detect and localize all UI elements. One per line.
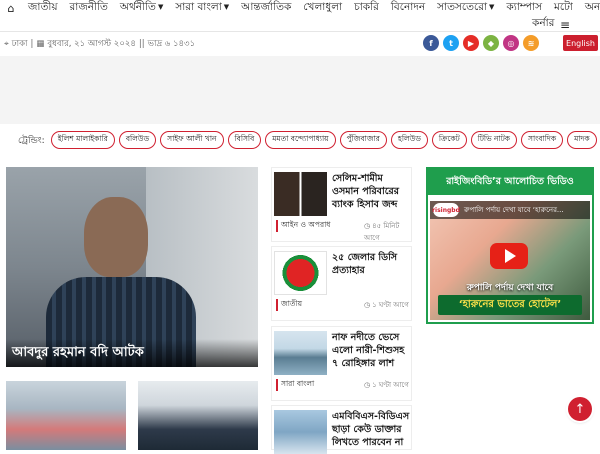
news-time: ◷ ১ ঘণ্টা আগে [364,379,409,391]
secondary-stories [6,381,258,450]
news-thumbnail[interactable] [274,251,327,295]
bangla-date-text: ভাদ্র ৬ ১৪৩১ [147,39,196,49]
nav-item-politics[interactable]: রাজনীতি [64,0,114,17]
nav-item-corner[interactable]: কর্নার [526,16,560,33]
nav-item-moto[interactable]: মটো [548,0,579,17]
play-button-icon[interactable] [490,243,528,269]
news-category[interactable]: সারা বাংলা [276,379,314,391]
trending-tag[interactable]: মমতা বন্দ্যোপাধ্যায় [265,131,336,149]
trending-tag[interactable]: বিসিবি [227,131,262,149]
time-text: ১ ঘণ্টা আগে [372,301,409,309]
trending-tag[interactable]: মাদক [567,131,597,149]
social-links: f t ▶ ◆ ◎ ≋ [423,35,539,51]
video-widget-heading: রাইজিংবিডি’র আলোচিত ভিডিও [428,169,592,195]
nav-item-economy[interactable]: অর্থনীতি ▼ [114,0,169,17]
main-navigation: ⌂ জাতীয় রাজনীতি অর্থনীতি ▼ সারা বাংলা ▼ আ… [0,0,600,32]
trending-tag[interactable]: পুঁজিবাজার [339,131,387,149]
nav-item-country[interactable]: সারা বাংলা ▼ [169,0,235,17]
news-time: ◷ ৪৫ মিনিট আগে [364,220,411,244]
news-thumbnail[interactable] [274,331,327,375]
story-thumbnail[interactable] [6,381,126,450]
trending-tag[interactable]: বলিউড [118,131,157,149]
separator: || [138,39,145,49]
nav-item-label: সাতসতেরো [437,0,488,13]
date-text: বুধবার, ২১ আগস্ট ২০২৪ [47,39,136,49]
clock-icon: ◷ [364,222,371,230]
trending-tag[interactable]: হলিউড [390,131,428,149]
nav-item-label: জাতীয় [28,0,58,13]
hamburger-menu-icon[interactable]: ≡ [560,18,570,32]
lead-story[interactable]: আবদুর রহমান বদি আটক [6,167,258,367]
nav-item-label: রাজনীতি [69,0,108,13]
news-category[interactable]: জাতীয় [276,299,302,311]
trending-tag[interactable]: সাইফ আলী খান [160,131,224,149]
news-headline[interactable]: ২৫ জেলার ডিসি প্রত্যাহার [332,251,412,277]
nav-item-label: চাকরি [354,0,379,13]
trending-tag[interactable]: সাংবাদিক [521,131,564,149]
news-headline[interactable]: সেলিম-শামীম ওসমান পরিবারের ব্যাংক হিসাব … [332,172,412,211]
facebook-icon[interactable]: f [423,35,439,51]
nav-item-entertainment[interactable]: বিনোদন [385,0,431,17]
time-text: ১ ঘণ্টা আগে [372,381,409,389]
video-overlay-title: ‘হারুনের ভাতের হোটেল’ [438,295,582,315]
clock-icon: ◷ [364,381,371,389]
scroll-to-top-button[interactable]: ↑ [568,397,592,421]
caret-down-icon: ▼ [157,2,164,11]
clock-icon: ◷ [364,301,371,309]
nav-row: ⌂ জাতীয় রাজনীতি অর্থনীতি ▼ সারা বাংলা ▼ আ… [0,0,600,16]
nav-item-miscellany[interactable]: সাতসতেরো ▼ [431,0,500,17]
location-pin-icon: ⌖ [4,39,9,49]
nav-item-label: অর্থনীতি [119,0,156,13]
news-category[interactable]: আইন ও অপরাধ [276,220,331,232]
youtube-icon[interactable]: ▶ [463,35,479,51]
lead-photo-person-head [84,197,148,277]
nav-item-national[interactable]: জাতীয় [22,0,64,17]
featured-video-widget: রাইজিংবিডি’র আলোচিত ভিডিও রুপালি পর্দায়… [426,167,594,324]
location-text: ঢাকা [11,39,28,49]
android-icon[interactable]: ◆ [483,35,499,51]
lead-headline[interactable]: আবদুর রহমান বদি আটক [12,343,144,364]
nav-item-label: ক্যাম্পাস [506,0,543,13]
trending-tag[interactable]: ক্রিকেট [431,131,467,149]
trending-tag[interactable]: টিভি নাটক [470,131,518,149]
nav-item-label: বিনোদন [390,0,426,13]
nav-item-sports[interactable]: খেলাধুলা [297,0,348,17]
instagram-icon[interactable]: ◎ [503,35,519,51]
news-headline[interactable]: নাফ নদীতে ভেসে এলো নারী-শিশুসহ ৭ রোহিঙ্গ… [332,331,412,370]
nav-item-label: মটো [554,0,573,13]
nav-item-jobs[interactable]: চাকরি [348,0,385,17]
trending-label: ট্রেন্ডিং: [18,135,45,146]
nav-item-campus[interactable]: ক্যাম্পাস [500,0,548,17]
twitter-icon[interactable]: t [443,35,459,51]
nav-item-international[interactable]: আন্তর্জাতিক [235,0,297,17]
video-player[interactable]: রুপালি পর্দায় দেখা যাবে ‘হারুনের... ris… [430,201,590,320]
caret-down-icon: ▼ [223,2,230,11]
separator: | [30,39,34,49]
nav-item-label: আন্তর্জাতিক [241,0,292,13]
news-card[interactable]: ২৫ জেলার ডিসি প্রত্যাহার জাতীয় ◷ ১ ঘণ্টা… [271,246,412,321]
news-thumbnail[interactable] [274,172,327,216]
channel-logo: risingbd [432,203,460,217]
nav-item-label: খেলাধুলা [303,0,343,13]
news-card[interactable]: এমবিবিএস-বিডিএস ছাড়া কেউ ডাক্তার লিখতে … [271,405,412,454]
news-headline[interactable]: এমবিবিএস-বিডিএস ছাড়া কেউ ডাক্তার লিখতে … [332,410,412,449]
rss-icon[interactable]: ≋ [523,35,539,51]
news-thumbnail[interactable] [274,410,327,454]
trending-tag[interactable]: ইলিশ মালাইকারি [50,131,115,149]
caret-down-icon: ▼ [489,2,495,11]
news-time: ◷ ১ ঘণ্টা আগে [364,299,409,311]
nav-item-label: সারা বাংলা [175,0,222,13]
ad-banner-area [0,56,600,124]
nav-row-2: কর্নার [526,16,560,32]
calendar-icon: ▦ [36,39,45,49]
trending-bar: ট্রেন্ডিং: ইলিশ মালাইকারি বলিউড সাইফ আলী… [18,130,597,150]
video-overlay-text: রুপালি পর্দায় দেখা যাবে [466,283,554,293]
english-version-button[interactable]: English [563,35,598,51]
story-thumbnail[interactable] [138,381,258,450]
home-icon[interactable]: ⌂ [0,2,22,15]
news-card[interactable]: নাফ নদীতে ভেসে এলো নারী-শিশুসহ ৭ রোহিঙ্গ… [271,326,412,401]
nav-item-others[interactable]: অন্যান্য [579,0,600,17]
news-card[interactable]: সেলিম-শামীম ওসমান পরিবারের ব্যাংক হিসাব … [271,167,412,242]
nav-item-label: অন্যান্য [584,0,600,13]
